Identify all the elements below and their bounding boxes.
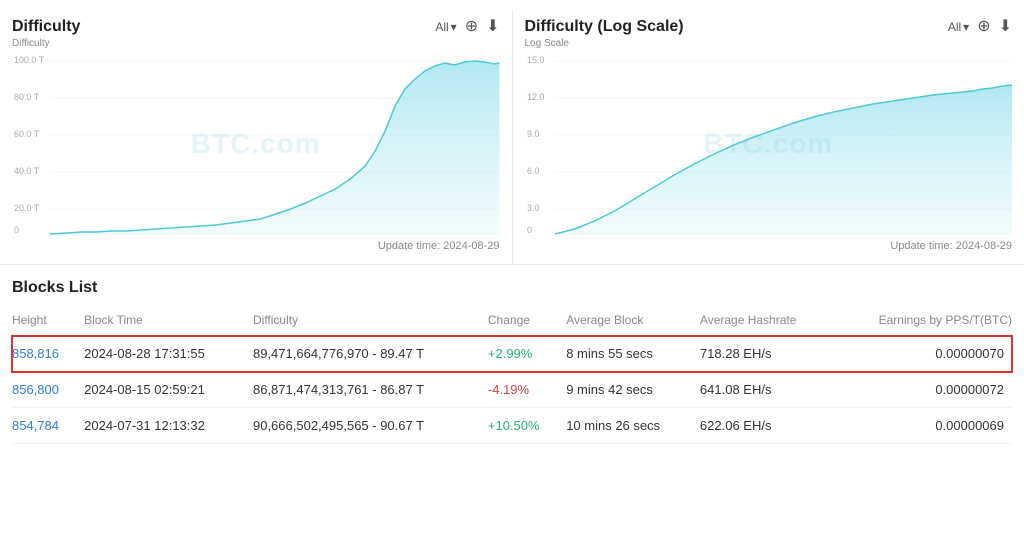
svg-text:3.0: 3.0 <box>526 203 538 213</box>
right-update-time: Update time: 2024-08-29 <box>525 240 1013 258</box>
right-chart-title: Difficulty (Log Scale) <box>525 18 684 36</box>
right-chart-controls: All ▾ ⊕ ⬇ <box>948 19 1012 35</box>
svg-text:9.0: 9.0 <box>526 129 538 139</box>
left-chart-controls: All ▾ ⊕ ⬇ <box>435 19 499 35</box>
svg-text:0: 0 <box>526 225 531 235</box>
left-chart-header: Difficulty All ▾ ⊕ ⬇ <box>12 18 500 36</box>
blocks-list-section: Blocks List Height Block Time Difficulty… <box>0 265 1024 444</box>
svg-text:40.0 T: 40.0 T <box>14 166 40 176</box>
cell-change: +2.99% <box>488 336 566 372</box>
block-height-link[interactable]: 856,800 <box>12 382 59 397</box>
left-chart-title: Difficulty <box>12 18 80 36</box>
col-avg-hashrate: Average Hashrate <box>700 309 837 336</box>
right-chart-panel: Difficulty (Log Scale) All ▾ ⊕ ⬇ Log Sca… <box>513 10 1024 264</box>
svg-text:20.0 T: 20.0 T <box>14 203 40 213</box>
cell-difficulty: 89,471,664,776,970 - 89.47 T <box>253 336 488 372</box>
left-download-button[interactable]: ⬇ <box>486 19 499 35</box>
blocks-table-body: 858,816 2024-08-28 17:31:5589,471,664,776… <box>12 336 1012 444</box>
col-difficulty: Difficulty <box>253 309 488 336</box>
left-range-button[interactable]: All ▾ <box>435 20 456 34</box>
block-height-link[interactable]: 854,784 <box>12 418 59 433</box>
left-chart-svg: 100.0 T 80.0 T 60.0 T 40.0 T 20.0 T 0 <box>12 51 500 236</box>
blocks-table-wrapper: Height Block Time Difficulty Change Aver… <box>12 309 1012 444</box>
cell-block-time: 2024-07-31 12:13:32 <box>84 408 253 444</box>
cell-block-time: 2024-08-15 02:59:21 <box>84 372 253 408</box>
right-range-button[interactable]: All ▾ <box>948 20 969 34</box>
chevron-down-icon: ▾ <box>963 20 969 34</box>
cell-earnings: 0.00000072 <box>837 372 1012 408</box>
right-chart-area: BTC.com 15.0 12.0 9.0 6.0 3.0 0 <box>525 51 1013 236</box>
right-zoom-button[interactable]: ⊕ <box>977 19 990 35</box>
right-chart-header: Difficulty (Log Scale) All ▾ ⊕ ⬇ <box>525 18 1013 36</box>
svg-text:12.0: 12.0 <box>526 92 543 102</box>
left-chart-y-label: Difficulty <box>12 38 500 49</box>
cell-change: +10.50% <box>488 408 566 444</box>
cell-avg-hashrate: 718.28 EH/s <box>700 336 837 372</box>
left-zoom-button[interactable]: ⊕ <box>465 19 478 35</box>
chevron-down-icon: ▾ <box>451 20 457 34</box>
right-chart-svg: 15.0 12.0 9.0 6.0 3.0 0 <box>525 51 1013 236</box>
svg-text:100.0 T: 100.0 T <box>14 55 45 65</box>
table-row: 856,800 2024-08-15 02:59:2186,871,474,313… <box>12 372 1012 408</box>
block-height-link[interactable]: 858,816 <box>12 346 59 361</box>
svg-text:15.0: 15.0 <box>526 55 543 65</box>
cell-change: -4.19% <box>488 372 566 408</box>
right-chart-y-label: Log Scale <box>525 38 1013 49</box>
left-chart-area: BTC.com 100.0 T 80.0 T 60.0 T 40.0 T 20.… <box>12 51 500 236</box>
cell-difficulty: 86,871,474,313,761 - 86.87 T <box>253 372 488 408</box>
cell-avg-block: 10 mins 26 secs <box>566 408 700 444</box>
table-row: 854,784 2024-07-31 12:13:3290,666,502,495… <box>12 408 1012 444</box>
right-download-button[interactable]: ⬇ <box>999 19 1012 35</box>
cell-earnings: 0.00000069 <box>837 408 1012 444</box>
table-row: 858,816 2024-08-28 17:31:5589,471,664,776… <box>12 336 1012 372</box>
svg-text:60.0 T: 60.0 T <box>14 129 40 139</box>
blocks-list-title: Blocks List <box>12 279 1012 297</box>
left-chart-panel: Difficulty All ▾ ⊕ ⬇ Difficulty BTC.com … <box>0 10 513 264</box>
svg-text:0: 0 <box>14 225 19 235</box>
cell-difficulty: 90,666,502,495,565 - 90.67 T <box>253 408 488 444</box>
blocks-table: Height Block Time Difficulty Change Aver… <box>12 309 1012 444</box>
table-header: Height Block Time Difficulty Change Aver… <box>12 309 1012 336</box>
cell-height: 858,816 <box>12 336 84 372</box>
cell-height: 854,784 <box>12 408 84 444</box>
cell-earnings: 0.00000070 <box>837 336 1012 372</box>
left-update-time: Update time: 2024-08-29 <box>12 240 500 258</box>
cell-height: 856,800 <box>12 372 84 408</box>
svg-text:6.0: 6.0 <box>526 166 538 176</box>
col-change: Change <box>488 309 566 336</box>
cell-avg-block: 8 mins 55 secs <box>566 336 700 372</box>
col-height: Height <box>12 309 84 336</box>
col-block-time: Block Time <box>84 309 253 336</box>
cell-avg-hashrate: 641.08 EH/s <box>700 372 837 408</box>
charts-section: Difficulty All ▾ ⊕ ⬇ Difficulty BTC.com … <box>0 0 1024 265</box>
cell-avg-hashrate: 622.06 EH/s <box>700 408 837 444</box>
col-earnings: Earnings by PPS/T(BTC) <box>837 309 1012 336</box>
col-avg-block: Average Block <box>566 309 700 336</box>
cell-avg-block: 9 mins 42 secs <box>566 372 700 408</box>
cell-block-time: 2024-08-28 17:31:55 <box>84 336 253 372</box>
svg-text:80.0 T: 80.0 T <box>14 92 40 102</box>
